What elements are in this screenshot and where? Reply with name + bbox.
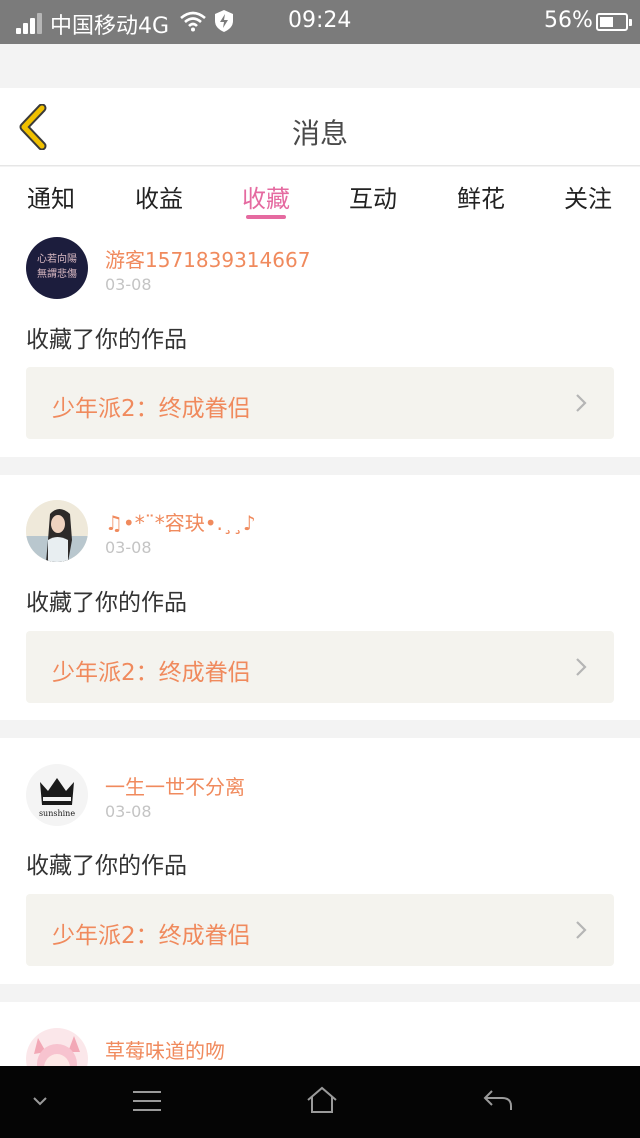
avatar-text: sunshine — [38, 809, 76, 818]
avatar[interactable]: 心若向陽 無謂悲傷 — [26, 237, 88, 299]
avatar-text: 心若向陽 — [37, 254, 77, 265]
chevron-right-icon — [576, 921, 587, 939]
battery-icon — [596, 13, 632, 31]
chevron-right-icon — [576, 394, 587, 412]
wifi-icon — [180, 11, 206, 32]
action-text: 收藏了你的作品 — [26, 853, 187, 879]
work-title: 少年派2：终成眷侣 — [52, 660, 251, 686]
home-icon[interactable] — [306, 1086, 338, 1114]
avatar[interactable] — [26, 500, 88, 562]
back-arrow-icon[interactable] — [482, 1088, 514, 1112]
work-title: 少年派2：终成眷侣 — [52, 923, 251, 949]
message-date: 03-08 — [105, 275, 152, 294]
work-link[interactable]: 少年派2：终成眷侣 — [26, 894, 614, 966]
tab-earnings[interactable]: 收益 — [119, 179, 199, 214]
clock-time: 09:24 — [288, 8, 352, 33]
page-header: 消息 — [0, 88, 640, 166]
tab-following[interactable]: 关注 — [548, 179, 628, 214]
page-title: 消息 — [291, 117, 348, 150]
system-navbar — [0, 1066, 640, 1138]
work-title: 少年派2：终成眷侣 — [52, 396, 251, 422]
username[interactable]: 一生一世不分离 — [105, 771, 245, 800]
chevron-right-icon — [576, 658, 587, 676]
action-text: 收藏了你的作品 — [26, 590, 187, 616]
active-tab-indicator — [246, 215, 286, 219]
message-card: sunshine 一生一世不分离 03-08 收藏了你的作品 少年派2：终成眷侣 — [0, 738, 640, 984]
avatar[interactable]: sunshine — [26, 764, 88, 826]
message-card: ♫•*¨*容玦•.¸¸♪ 03-08 收藏了你的作品 少年派2：终成眷侣 — [0, 475, 640, 720]
username[interactable]: 游客1571839314667 — [105, 244, 310, 273]
message-date: 03-08 — [105, 538, 152, 557]
battery-percent: 56% — [544, 8, 593, 33]
tab-interactions[interactable]: 互动 — [333, 179, 413, 214]
username[interactable]: ♫•*¨*容玦•.¸¸♪ — [105, 507, 256, 536]
signal-icon — [16, 12, 44, 34]
message-card: 心若向陽 無謂悲傷 游客1571839314667 03-08 收藏了你的作品 … — [0, 226, 640, 457]
avatar-text: 無謂悲傷 — [37, 269, 77, 280]
chevron-down-icon[interactable] — [32, 1096, 48, 1106]
menu-icon[interactable] — [132, 1090, 162, 1112]
work-link[interactable]: 少年派2：终成眷侣 — [26, 631, 614, 703]
work-link[interactable]: 少年派2：终成眷侣 — [26, 367, 614, 439]
tab-flowers[interactable]: 鲜花 — [441, 179, 521, 214]
tab-notifications[interactable]: 通知 — [11, 179, 91, 214]
avatar[interactable] — [26, 1028, 88, 1066]
tab-favorites[interactable]: 收藏 — [226, 179, 306, 214]
status-bar: 中国移动4G 09:24 56% — [0, 0, 640, 44]
carrier-label: 中国移动4G — [50, 14, 170, 39]
shield-icon — [215, 10, 233, 32]
tab-bar: 通知 收益 收藏 互动 鲜花 关注 — [0, 167, 640, 226]
action-text: 收藏了你的作品 — [26, 327, 187, 353]
message-card: 草莓味道的吻 — [0, 1002, 640, 1066]
username[interactable]: 草莓味道的吻 — [105, 1035, 225, 1064]
message-date: 03-08 — [105, 802, 152, 821]
